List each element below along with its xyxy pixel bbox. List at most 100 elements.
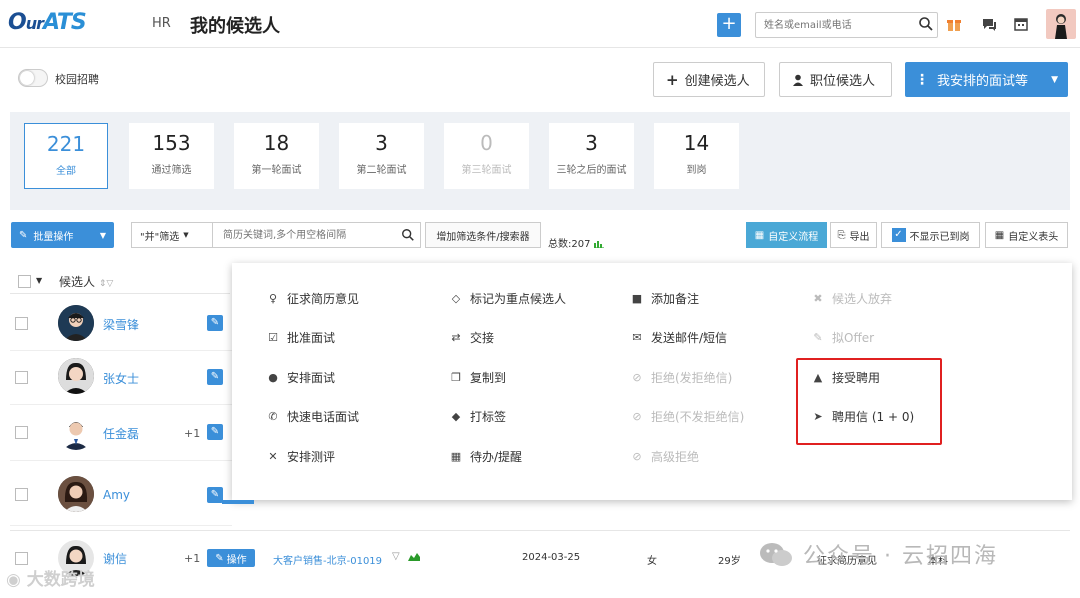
menu-item-label: 快速电话面试 (287, 410, 360, 424)
menu-item-add-tag[interactable]: ◆ 打标签 (450, 408, 506, 425)
my-interviews-button[interactable]: ⋮ 我安排的面试等 ▼ (905, 62, 1068, 97)
custom-header-label: 自定义表头 (1008, 231, 1059, 243)
create-candidate-button[interactable]: + 创建候选人 (653, 62, 765, 97)
stat-passed-screening[interactable]: 153 通过筛选 (129, 123, 214, 189)
stat-number: 3 (375, 131, 388, 155)
hr-label[interactable]: HR (152, 16, 171, 31)
bulk-ops-button[interactable]: ✎ 批量操作 ▼ (11, 222, 114, 248)
custom-header-button[interactable]: ▦ 自定义表头 (985, 222, 1068, 248)
menu-item-copy-to[interactable]: ❐ 复制到 (450, 369, 506, 386)
menu-item-label: 安排面试 (287, 371, 336, 385)
stat-all[interactable]: 221 全部 (24, 123, 108, 189)
row-action-button[interactable]: ✎ (207, 369, 223, 385)
stat-onboarded[interactable]: 14 到岗 (654, 123, 739, 189)
gift-icon[interactable] (946, 16, 962, 32)
candidate-avatar[interactable] (58, 476, 94, 512)
search-input[interactable] (755, 12, 938, 38)
filter-icon[interactable]: ▽ (392, 551, 400, 562)
menu-item-label: 打标签 (470, 410, 507, 424)
candidate-name[interactable]: 张女士 (103, 370, 139, 387)
row-checkbox[interactable] (15, 426, 28, 439)
expand-icon: ✕ (268, 450, 278, 463)
menu-item-send-email-sms[interactable]: ✉ 发送邮件/短信 (631, 329, 727, 346)
candidate-name[interactable]: 梁雪锋 (103, 316, 139, 333)
candidate-avatar[interactable] (58, 414, 94, 450)
row-checkbox[interactable] (15, 371, 28, 384)
stat-number: 3 (585, 131, 598, 155)
sort-icon[interactable]: ⇕▽ (99, 279, 113, 289)
menu-item-mark-key-candidate[interactable]: ◇ 标记为重点候选人 (450, 290, 566, 307)
watermark-official-account: 公众号 · 云招四海 (758, 538, 998, 570)
search-icon[interactable] (918, 16, 934, 32)
column-header-candidate[interactable]: 候选人 ⇕▽ (59, 273, 113, 290)
stat-number: 18 (263, 131, 290, 155)
menu-item-quick-phone-interview[interactable]: ✆ 快速电话面试 (267, 408, 359, 425)
and-filter-select[interactable]: "并"筛选 ▼ (131, 222, 213, 248)
add-filter-button[interactable]: 增加筛选条件/搜索器 (425, 222, 541, 248)
search-icon[interactable] (401, 228, 415, 242)
hide-onboarded-toggle[interactable]: ✓ 不显示已到岗 (881, 222, 980, 248)
bar-chart-icon[interactable] (593, 240, 604, 248)
stat-after-round3[interactable]: 3 三轮之后的面试 (549, 123, 634, 189)
custom-flow-button[interactable]: ▦ 自定义流程 (746, 222, 827, 248)
stat-label: 第二轮面试 (356, 165, 407, 176)
column-header-label: 候选人 (59, 275, 96, 289)
table-header (10, 266, 230, 294)
ban-icon: ⊘ (632, 450, 642, 463)
candidate-name[interactable]: 任金磊 (103, 425, 139, 442)
row-action-button[interactable]: ✎ (207, 487, 223, 503)
row-checkbox[interactable] (15, 317, 28, 330)
logo-ur: ur (25, 14, 44, 33)
campus-recruit-toggle[interactable] (18, 69, 48, 87)
candidate-name[interactable]: Amy (103, 488, 130, 502)
row-operate-button[interactable]: ✎ 操作 (207, 549, 255, 567)
row-checkbox[interactable] (15, 552, 28, 565)
wand-icon: ✎ (215, 552, 224, 564)
caret-down-icon[interactable]: ▼ (36, 276, 42, 285)
logo-o: O (8, 10, 27, 35)
logo-ats: ATS (42, 10, 87, 35)
operate-label: 操作 (226, 554, 247, 566)
plus-icon: + (666, 70, 679, 89)
candidate-name[interactable]: 谢信 (103, 550, 127, 567)
stat-number: 0 (480, 131, 493, 155)
calendar-icon[interactable] (1013, 16, 1029, 32)
note-icon: ■ (631, 292, 643, 305)
eye-icon: ◉ (6, 570, 21, 590)
stat-label: 第三轮面试 (461, 165, 512, 176)
menu-item-schedule-assessment[interactable]: ✕ 安排测评 (267, 448, 335, 465)
export-icon: ⎘ (837, 229, 846, 241)
user-icon: ● (268, 371, 278, 384)
total-label: 总数:207 (548, 239, 591, 250)
menu-item-reject-with-letter: ⊘ 拒绝(发拒绝信) (631, 369, 732, 386)
stat-round2[interactable]: 3 第二轮面试 (339, 123, 424, 189)
keyword-search-input[interactable] (213, 222, 421, 248)
stat-label: 第一轮面试 (251, 165, 302, 176)
stat-round1[interactable]: 18 第一轮面试 (234, 123, 319, 189)
select-all-checkbox[interactable] (18, 275, 31, 288)
row-action-button[interactable]: ✎ (207, 315, 223, 331)
menu-item-schedule-interview[interactable]: ● 安排面试 (267, 369, 335, 386)
stat-number: 221 (46, 132, 86, 156)
user-avatar[interactable] (1046, 9, 1076, 39)
export-button[interactable]: ⎘ 导出 (830, 222, 877, 248)
candidate-avatar[interactable] (58, 305, 94, 341)
chart-icon[interactable] (408, 551, 420, 564)
position-link[interactable]: 大客户销售-北京-01019 (273, 552, 382, 567)
menu-item-handover[interactable]: ⇄ 交接 (450, 329, 494, 346)
envelope-icon: ✉ (632, 331, 642, 344)
position-candidate-button[interactable]: 职位候选人 (779, 62, 892, 97)
custom-flow-label: 自定义流程 (768, 231, 819, 243)
ourats-logo[interactable]: OurATS (8, 10, 87, 35)
tag-icon: ◆ (451, 410, 461, 423)
menu-item-todo-reminder[interactable]: ▦ 待办/提醒 (450, 448, 522, 465)
hide-onboarded-label: 不显示已到岗 (909, 231, 970, 243)
add-button[interactable]: + (717, 13, 741, 37)
row-checkbox[interactable] (15, 488, 28, 501)
chat-icon[interactable] (981, 16, 997, 32)
menu-item-request-resume-feedback[interactable]: ♀ 征求简历意见 (267, 290, 359, 307)
menu-item-approve-interview[interactable]: ☑ 批准面试 (267, 329, 335, 346)
candidate-avatar[interactable] (58, 358, 94, 394)
menu-item-add-note[interactable]: ■ 添加备注 (631, 290, 699, 307)
row-action-button[interactable]: ✎ (207, 424, 223, 440)
